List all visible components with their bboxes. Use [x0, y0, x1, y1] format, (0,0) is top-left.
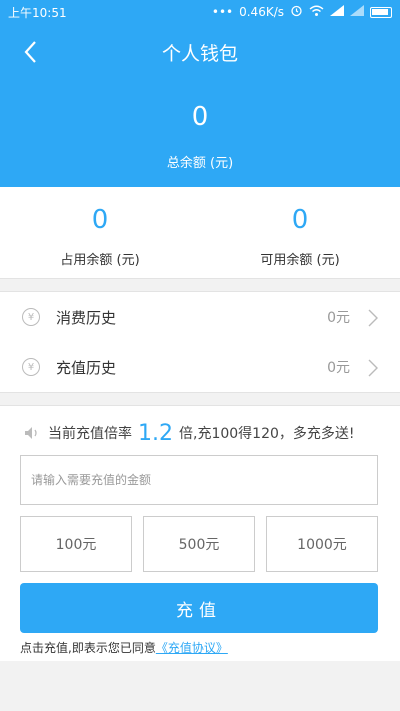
balance-breakdown: 0 占用余额 (元) 0 可用余额 (元) [0, 187, 400, 279]
status-bar: 上午10:51 ••• 0.46K/s [0, 0, 400, 24]
promo-prefix: 当前充值倍率 [48, 426, 132, 442]
wifi-icon [309, 5, 324, 20]
available-balance-label: 可用余额 (元) [260, 253, 340, 268]
status-indicators: ••• 0.46K/s [212, 4, 392, 20]
chevron-right-icon [368, 309, 378, 327]
chevron-left-icon [24, 41, 36, 63]
total-balance-label: 总余额 (元) [166, 156, 234, 171]
alarm-icon [290, 4, 303, 20]
battery-icon [370, 6, 392, 18]
total-balance-value: 0 [191, 102, 209, 132]
preset-100-button[interactable]: 100元 [20, 516, 132, 572]
preset-1000-button[interactable]: 1000元 [266, 516, 378, 572]
amount-input[interactable] [20, 455, 378, 505]
consumption-history-row[interactable]: ¥ 消费历史 0元 [0, 292, 400, 342]
yuan-refresh-icon: ¥ [22, 358, 40, 376]
agreement-link[interactable]: 《充值协议》 [156, 641, 228, 655]
net-speed: 0.46K/s [239, 5, 284, 19]
agreement-text: 点击充值,即表示您已同意 [20, 641, 156, 655]
recharge-history-row[interactable]: ¥ 充值历史 0元 [0, 342, 400, 392]
occupied-balance-label: 占用余额 (元) [60, 253, 140, 268]
page-title: 个人钱包 [161, 42, 238, 65]
yuan-coin-icon: ¥ [22, 308, 40, 326]
promo-rate: 1.2 [138, 420, 173, 446]
preset-amounts: 100元 500元 1000元 [20, 516, 378, 572]
back-button[interactable] [14, 36, 46, 68]
chevron-right-icon [368, 359, 378, 377]
promo-banner: 当前充值倍率 1.2 倍,充100得120，多充多送! [24, 418, 384, 448]
occupied-balance-value: 0 [91, 205, 109, 235]
available-balance-value: 0 [291, 205, 309, 235]
recharge-panel: 当前充值倍率 1.2 倍,充100得120，多充多送! 100元 500元 10… [0, 405, 400, 661]
available-balance: 0 可用余额 (元) [200, 187, 400, 278]
status-time: 上午10:51 [8, 5, 67, 20]
recharge-history-label: 充值历史 [56, 358, 117, 377]
agreement-notice: 点击充值,即表示您已同意《充值协议》 [20, 639, 228, 656]
consumption-history-label: 消费历史 [56, 308, 117, 327]
promo-suffix: 倍,充100得120，多充多送! [179, 426, 355, 442]
preset-500-button[interactable]: 500元 [143, 516, 255, 572]
navbar: 个人钱包 [0, 30, 400, 74]
recharge-button[interactable]: 充值 [20, 583, 378, 633]
signal-icon [330, 5, 344, 19]
header: 上午10:51 ••• 0.46K/s 个人钱包 0 总余额 (元) [0, 0, 400, 187]
status-dots: ••• [211, 5, 234, 19]
history-list: ¥ 消费历史 0元 ¥ 充值历史 0元 [0, 291, 400, 393]
occupied-balance: 0 占用余额 (元) [0, 187, 200, 278]
speaker-icon [25, 427, 37, 439]
signal-icon-2 [350, 5, 364, 19]
recharge-history-amount: 0元 [327, 360, 350, 376]
consumption-history-amount: 0元 [327, 310, 350, 326]
